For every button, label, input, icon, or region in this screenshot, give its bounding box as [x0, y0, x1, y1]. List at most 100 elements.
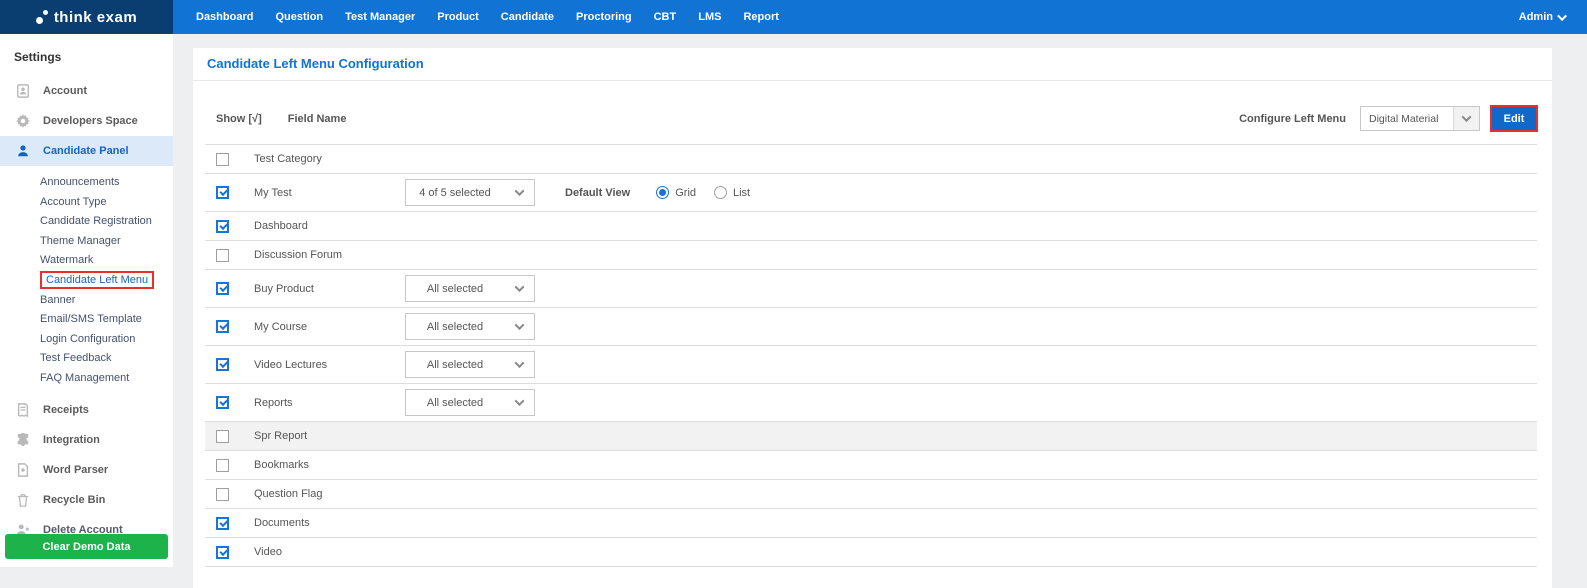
nav-item-lms[interactable]: LMS: [687, 0, 732, 34]
table-header-row: Show [√] Field Name Configure Left Menu …: [205, 105, 1538, 132]
unchecked-checkbox[interactable]: [216, 429, 229, 443]
show-checkbox-cell: [205, 545, 254, 559]
field-options-select[interactable]: All selected: [405, 389, 535, 416]
nav-item-dashboard[interactable]: Dashboard: [185, 0, 264, 34]
sidebar-subitem-watermark[interactable]: Watermark: [40, 254, 93, 266]
select-value: All selected: [426, 282, 484, 295]
unchecked-checkbox[interactable]: [216, 487, 229, 501]
edit-button[interactable]: Edit: [1490, 105, 1538, 132]
nav-item-candidate[interactable]: Candidate: [490, 0, 565, 34]
checked-checkbox[interactable]: [216, 282, 229, 295]
gear-icon: [15, 114, 30, 129]
show-checkbox-cell: [205, 358, 254, 371]
checked-checkbox[interactable]: [216, 358, 229, 371]
sidebar-subitem-candidate-registration[interactable]: Candidate Registration: [40, 215, 152, 227]
field-options-select[interactable]: All selected: [405, 351, 535, 378]
sidebar-item-word-parser[interactable]: Word Parser: [0, 455, 173, 485]
sidebar-subitem-test-feedback[interactable]: Test Feedback: [40, 352, 112, 364]
show-column-header: Show [√]: [216, 112, 262, 125]
radio-label: Grid: [675, 186, 696, 199]
nav-item-report[interactable]: Report: [732, 0, 789, 34]
sidebar-item-developers-space[interactable]: Developers Space: [0, 106, 173, 136]
field-name-label: Discussion Forum: [254, 249, 343, 261]
checked-checkbox[interactable]: [216, 545, 229, 559]
sidebar-bottom-items: Receipts Integration Word Parser Recycle Bi…: [0, 395, 173, 545]
document-icon: [15, 463, 30, 478]
unchecked-checkbox[interactable]: [216, 248, 229, 262]
sidebar-subitem-email-sms-template[interactable]: Email/SMS Template: [40, 313, 142, 325]
sidebar-item-recycle-bin[interactable]: Recycle Bin: [0, 485, 173, 515]
logo-text: think exam: [53, 8, 138, 26]
default-view-option-grid[interactable]: Grid: [656, 186, 696, 199]
chevron-down-icon: [504, 390, 534, 415]
person-icon: [15, 144, 30, 159]
nav-item-question[interactable]: Question: [264, 0, 334, 34]
field-options-select[interactable]: 4 of 5 selected: [405, 179, 535, 206]
table-row: Bookmarks: [205, 451, 1537, 480]
sidebar-item-integration[interactable]: Integration: [0, 425, 173, 455]
field-name-column-header: Field Name: [287, 112, 347, 125]
receipt-icon: [15, 403, 30, 418]
sidebar-subitem-login-configuration[interactable]: Login Configuration: [40, 333, 135, 345]
table-row: Dashboard: [205, 212, 1537, 241]
sidebar-item-label: Developers Space: [43, 115, 138, 127]
show-checkbox-cell: [205, 248, 254, 262]
nav-item-test-manager[interactable]: Test Manager: [334, 0, 426, 34]
sidebar-subitem-candidate-left-menu[interactable]: Candidate Left Menu: [40, 270, 155, 289]
show-checkbox-cell: [205, 487, 254, 501]
main-nav: Dashboard Question Test Manager Product Cand…: [173, 0, 790, 34]
field-name-label: Bookmarks: [254, 459, 310, 471]
show-checkbox-cell: [205, 320, 254, 333]
clear-demo-data-button[interactable]: Clear Demo Data: [5, 534, 168, 559]
table-row: My Test 4 of 5 selected Default View Grid Li…: [205, 174, 1537, 212]
field-options-select[interactable]: All selected: [405, 313, 535, 340]
checked-checkbox[interactable]: [216, 516, 229, 530]
unchecked-checkbox[interactable]: [216, 458, 229, 472]
main-content: Candidate Left Menu Configuration Show […: [193, 48, 1552, 588]
sidebar-subitem-account-type[interactable]: Account Type: [40, 196, 106, 208]
field-name-label: Documents: [254, 517, 310, 529]
sidebar-subitem-announcements[interactable]: Announcements: [40, 176, 120, 188]
select-value: All selected: [426, 320, 484, 333]
sidebar-item-account[interactable]: Account: [0, 76, 173, 106]
chevron-down-icon: [1453, 107, 1479, 130]
nav-item-proctoring[interactable]: Proctoring: [565, 0, 643, 34]
sidebar-item-receipts[interactable]: Receipts: [0, 395, 173, 425]
trash-icon: [15, 493, 30, 508]
sidebar-item-label: Account: [43, 85, 87, 97]
checked-checkbox[interactable]: [216, 320, 229, 333]
sidebar-item-label: Integration: [43, 434, 100, 446]
sidebar-subitem-banner[interactable]: Banner: [40, 294, 75, 306]
configure-left-menu-select[interactable]: Digital Material: [1360, 106, 1480, 131]
checked-checkbox[interactable]: [216, 219, 229, 233]
field-options-select[interactable]: All selected: [405, 275, 535, 302]
unselected-radio[interactable]: [714, 186, 727, 199]
field-name-label: Buy Product: [254, 282, 314, 295]
field-name-label: My Test: [254, 186, 292, 199]
nav-item-product[interactable]: Product: [426, 0, 490, 34]
radio-label: List: [733, 186, 751, 199]
sidebar-item-candidate-panel[interactable]: Candidate Panel: [0, 136, 173, 166]
account-icon: [15, 84, 30, 99]
nav-item-cbt[interactable]: CBT: [643, 0, 688, 34]
table-row: Spr Report: [205, 422, 1537, 451]
sidebar-subitem-faq-management[interactable]: FAQ Management: [40, 372, 129, 384]
unchecked-checkbox[interactable]: [216, 152, 229, 166]
admin-menu[interactable]: Admin: [1519, 0, 1587, 34]
table-row: Reports All selected: [205, 384, 1537, 422]
sidebar-subitem-theme-manager[interactable]: Theme Manager: [40, 235, 121, 247]
fields-table: Test Category My Test 4 of 5 selected Defau…: [205, 144, 1537, 567]
checked-checkbox[interactable]: [216, 396, 229, 409]
field-name-label: Reports: [254, 396, 293, 409]
top-navbar: think exam Dashboard Question Test Manager…: [0, 0, 1587, 34]
field-name-label: Video Lectures: [254, 358, 328, 371]
table-row: Video: [205, 538, 1537, 567]
candidate-panel-subitems: Announcements Account Type Candidate Regis…: [0, 166, 173, 395]
show-checkbox-cell: [205, 396, 254, 409]
default-view-option-list[interactable]: List: [714, 186, 750, 199]
checked-checkbox[interactable]: [216, 186, 229, 199]
selected-radio[interactable]: [656, 186, 670, 199]
field-name-label: Video: [254, 546, 282, 558]
app-logo[interactable]: think exam: [0, 0, 173, 34]
